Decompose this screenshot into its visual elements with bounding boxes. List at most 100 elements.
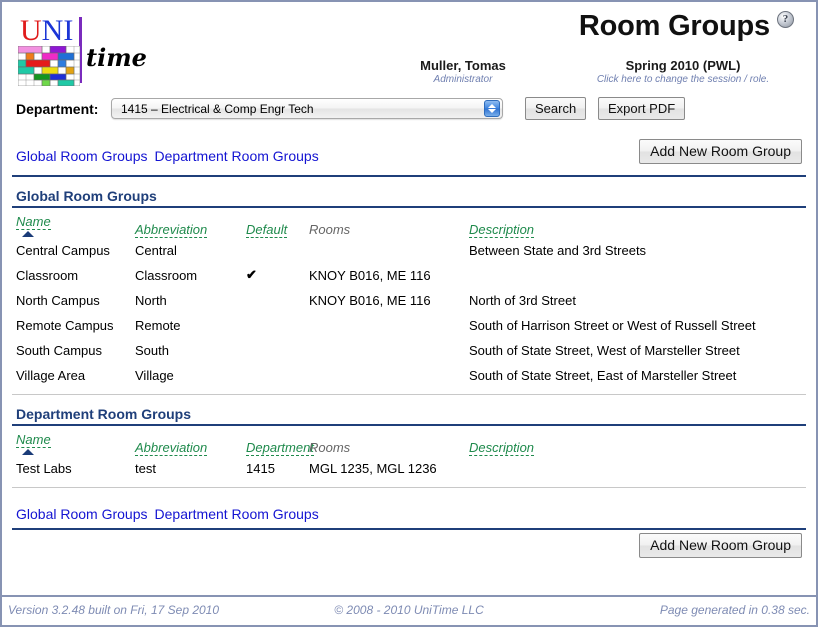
cell-rooms — [305, 313, 465, 338]
cell-abbreviation: Village — [135, 368, 174, 383]
session-info[interactable]: Spring 2010 (PWL) Click here to change t… — [568, 58, 798, 85]
table-row[interactable]: Classroom Classroom ✔ KNOY B016, ME 116 — [12, 263, 806, 288]
table-row[interactable]: North Campus North KNOY B016, ME 116 Nor… — [12, 288, 806, 313]
table-row[interactable]: Village Area Village South of State Stre… — [12, 363, 806, 388]
cell-rooms: KNOY B016, ME 116 — [309, 268, 431, 283]
cell-default — [242, 313, 305, 338]
department-room-groups-heading: Department Room Groups — [12, 406, 806, 426]
cell-abbreviation: test — [135, 461, 156, 476]
user-role: Administrator — [433, 74, 493, 85]
page-title: Room Groups — [578, 10, 770, 42]
page-header: UNI time Room Groups ? Muller, Tomas Adm… — [12, 2, 806, 94]
top-nav-row: Global Room Groups Department Room Groups… — [12, 139, 806, 177]
cell-description — [465, 263, 806, 288]
column-header-description[interactable]: Description — [465, 208, 806, 238]
cell-name: Classroom — [16, 268, 79, 283]
cell-default — [242, 288, 305, 313]
column-header-name[interactable]: Name — [12, 208, 131, 238]
table-row[interactable]: Remote Campus Remote South of Harrison S… — [12, 313, 806, 338]
department-table-bottom-divider — [12, 487, 806, 488]
department-select[interactable]: 1415 – Electrical & Comp Engr Tech — [111, 98, 503, 119]
help-question-icon[interactable]: ? — [777, 11, 794, 28]
global-room-groups-body: Central Campus Central Between State and… — [12, 238, 806, 388]
table-header-row: Name Abbreviation Department Rooms Descr… — [12, 426, 806, 456]
page-footer: Version 3.2.48 built on Fri, 17 Sep 2010… — [2, 595, 816, 625]
cell-name: Test Labs — [16, 461, 72, 476]
footer-copyright: © 2008 - 2010 UniTime LLC — [334, 603, 484, 617]
cell-description: South of Harrison Street or West of Russ… — [469, 318, 756, 333]
column-header-rooms: Rooms — [305, 426, 465, 456]
user-info[interactable]: Muller, Tomas Administrator — [368, 58, 558, 85]
table-row[interactable]: South Campus South South of State Street… — [12, 338, 806, 363]
column-header-abbreviation[interactable]: Abbreviation — [131, 208, 242, 238]
cell-rooms — [305, 338, 465, 363]
cell-description: South of State Street, West of Marstelle… — [469, 343, 740, 358]
cell-department: 1415 — [246, 461, 275, 476]
column-header-abbreviation-label: Abbreviation — [135, 222, 208, 238]
column-header-department[interactable]: Department — [242, 426, 314, 456]
nav-divider-bottom — [12, 528, 806, 530]
column-header-rooms-label: Rooms — [309, 440, 351, 455]
cell-description — [465, 456, 806, 481]
logo-grid-icon — [18, 46, 80, 86]
logo-letter-ni: NI — [41, 14, 74, 47]
footer-version: Version 3.2.48 built on Fri, 17 Sep 2010 — [8, 603, 220, 617]
global-room-groups-table: Name Abbreviation Default Rooms Descript… — [12, 208, 806, 388]
department-room-groups-table: Name Abbreviation Department Rooms Descr… — [12, 426, 806, 481]
nav-links-bottom: Global Room Groups Department Room Groups — [16, 506, 319, 522]
add-new-room-group-button-top[interactable]: Add New Room Group — [639, 139, 802, 164]
cell-abbreviation: Classroom — [135, 268, 198, 283]
global-room-groups-heading: Global Room Groups — [12, 188, 806, 208]
department-label: Department: — [16, 101, 99, 117]
column-header-abbreviation-label: Abbreviation — [135, 440, 208, 456]
nav-link-department-room-groups-bottom[interactable]: Department Room Groups — [155, 506, 319, 522]
session-name: Spring 2010 (PWL) — [625, 58, 741, 73]
session-change-hint: Click here to change the session / role. — [596, 74, 770, 85]
global-table-bottom-divider — [12, 394, 806, 395]
column-header-department-label: Department — [246, 440, 314, 456]
table-row[interactable]: Central Campus Central Between State and… — [12, 238, 806, 263]
cell-name: Central Campus — [16, 243, 110, 258]
nav-link-global-room-groups-top[interactable]: Global Room Groups — [16, 148, 148, 164]
column-header-description-label: Description — [469, 222, 535, 238]
sort-ascending-icon — [22, 449, 34, 455]
cell-name: South Campus — [16, 343, 102, 358]
column-header-abbreviation[interactable]: Abbreviation — [131, 426, 242, 456]
column-header-rooms: Rooms — [305, 208, 465, 238]
search-button[interactable]: Search — [525, 97, 587, 120]
nav-links-top: Global Room Groups Department Room Groups — [16, 148, 319, 164]
logo-time-text: time — [86, 43, 147, 72]
sort-ascending-icon — [22, 231, 34, 237]
cell-abbreviation: North — [135, 293, 167, 308]
department-room-groups-body: Test Labs test 1415 MGL 1235, MGL 1236 — [12, 456, 806, 481]
export-pdf-button[interactable]: Export PDF — [598, 97, 686, 120]
column-header-default[interactable]: Default — [242, 208, 305, 238]
logo-letter-u: U — [20, 14, 42, 47]
column-header-name[interactable]: Name — [12, 426, 131, 456]
cell-default — [242, 338, 305, 363]
cell-rooms: KNOY B016, ME 116 — [309, 293, 431, 308]
column-header-default-label: Default — [246, 222, 288, 238]
cell-name: North Campus — [16, 293, 100, 308]
department-select-value: 1415 – Electrical & Comp Engr Tech — [121, 102, 314, 116]
add-new-room-group-button-bottom[interactable]: Add New Room Group — [639, 533, 802, 558]
chevron-updown-icon[interactable] — [484, 100, 500, 117]
user-name: Muller, Tomas — [420, 58, 506, 73]
cell-abbreviation: Central — [135, 243, 177, 258]
footer-generated-time: Page generated in 0.38 sec. — [659, 603, 810, 617]
table-header-row: Name Abbreviation Default Rooms Descript… — [12, 208, 806, 238]
cell-abbreviation: South — [135, 343, 169, 358]
cell-name: Remote Campus — [16, 318, 114, 333]
nav-link-department-room-groups-top[interactable]: Department Room Groups — [155, 148, 319, 164]
cell-description: South of State Street, East of Marstelle… — [469, 368, 737, 383]
cell-name: Village Area — [16, 368, 86, 383]
logo-uni-text: UNI — [20, 16, 73, 46]
column-header-description[interactable]: Description — [465, 426, 806, 456]
bottom-nav-row: Global Room Groups Department Room Groups… — [12, 504, 806, 558]
table-row[interactable]: Test Labs test 1415 MGL 1235, MGL 1236 — [12, 456, 806, 481]
column-header-name-label: Name — [16, 214, 51, 230]
nav-link-global-room-groups-bottom[interactable]: Global Room Groups — [16, 506, 148, 522]
cell-rooms — [305, 238, 465, 263]
cell-default — [242, 238, 305, 263]
page-content: UNI time Room Groups ? Muller, Tomas Adm… — [2, 2, 816, 625]
